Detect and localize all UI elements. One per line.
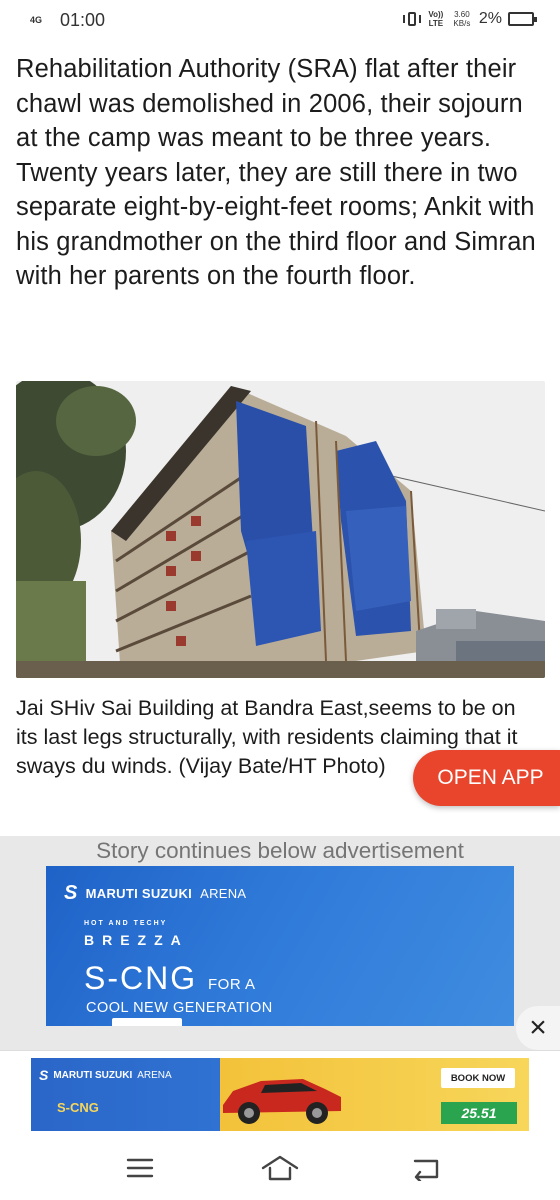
open-app-button[interactable]: OPEN APP bbox=[413, 750, 560, 806]
bottom-ad-brand: MARUTI SUZUKI bbox=[53, 1069, 133, 1081]
speed-value: 3.60 bbox=[454, 10, 470, 19]
bottom-ad-badge: S-CNG bbox=[57, 1100, 99, 1115]
ad-logo: S MARUTI SUZUKI ARENA bbox=[64, 882, 246, 905]
close-ad-button[interactable]: × bbox=[516, 1006, 560, 1050]
back-button[interactable] bbox=[406, 1152, 446, 1184]
bottom-ad-arena: ARENA bbox=[137, 1069, 172, 1081]
ad-headline: S-CNG FOR A bbox=[84, 960, 256, 997]
ad-arena: ARENA bbox=[200, 886, 247, 901]
bottom-sticky-ad: S MARUTI SUZUKI ARENA S-CNG BOOK NOW 25.… bbox=[0, 1050, 560, 1136]
bottom-ad-logo: S MARUTI SUZUKI ARENA bbox=[39, 1067, 172, 1083]
status-bar: 4G 01:00 Vo)) LTE 3.60 KB/s 2% bbox=[0, 0, 560, 44]
ad-headline-main: S-CNG bbox=[84, 960, 198, 996]
close-icon: × bbox=[529, 1011, 547, 1044]
building-photo-illustration bbox=[16, 381, 545, 678]
book-now-button[interactable]: BOOK NOW bbox=[441, 1068, 515, 1088]
status-bar-left: 4G 01:00 bbox=[30, 10, 105, 31]
menu-icon bbox=[126, 1158, 154, 1178]
home-button[interactable] bbox=[260, 1152, 300, 1184]
home-icon bbox=[261, 1155, 299, 1181]
ad-headline-suffix: FOR A bbox=[208, 976, 256, 993]
car-image bbox=[223, 1079, 341, 1124]
article-photo[interactable] bbox=[16, 381, 545, 678]
ad-brand: MARUTI SUZUKI bbox=[85, 886, 193, 901]
vibrate-icon bbox=[402, 10, 421, 28]
system-nav-bar bbox=[0, 1136, 560, 1200]
ad-model: BREZZA bbox=[84, 932, 189, 948]
battery-percentage: 2% bbox=[478, 10, 502, 27]
ad-notice: Story continues below advertisement bbox=[96, 838, 464, 863]
volte-bottom-text: LTE bbox=[428, 19, 444, 28]
volte-top-text: Vo)) bbox=[428, 10, 444, 19]
back-icon bbox=[413, 1159, 439, 1181]
bottom-ad-banner[interactable]: S MARUTI SUZUKI ARENA S-CNG BOOK NOW 25.… bbox=[31, 1058, 529, 1131]
mileage-badge: 25.51 bbox=[441, 1102, 517, 1124]
article-paragraph: Rehabilitation Authority (SRA) flat afte… bbox=[16, 55, 536, 290]
maruti-logo-icon: S bbox=[39, 1067, 49, 1083]
battery-icon bbox=[508, 12, 537, 26]
clock: 01:00 bbox=[60, 10, 106, 30]
ad-banner[interactable]: S MARUTI SUZUKI ARENA HOT AND TECHY BREZ… bbox=[46, 866, 514, 1026]
ad-book-button[interactable] bbox=[112, 1018, 182, 1026]
maruti-logo-icon: S bbox=[64, 882, 78, 904]
ad-subline: COOL NEW GENERATION bbox=[86, 1000, 273, 1016]
network-speed: 3.60 KB/s bbox=[451, 10, 473, 28]
network-indicator: 4G bbox=[30, 15, 43, 25]
ad-tagline: HOT AND TECHY bbox=[84, 920, 168, 927]
volte-indicator: Vo)) LTE bbox=[427, 10, 445, 28]
status-bar-right: Vo)) LTE 3.60 KB/s 2% bbox=[402, 10, 537, 28]
menu-button[interactable] bbox=[120, 1152, 160, 1184]
speed-unit: KB/s bbox=[453, 19, 471, 28]
